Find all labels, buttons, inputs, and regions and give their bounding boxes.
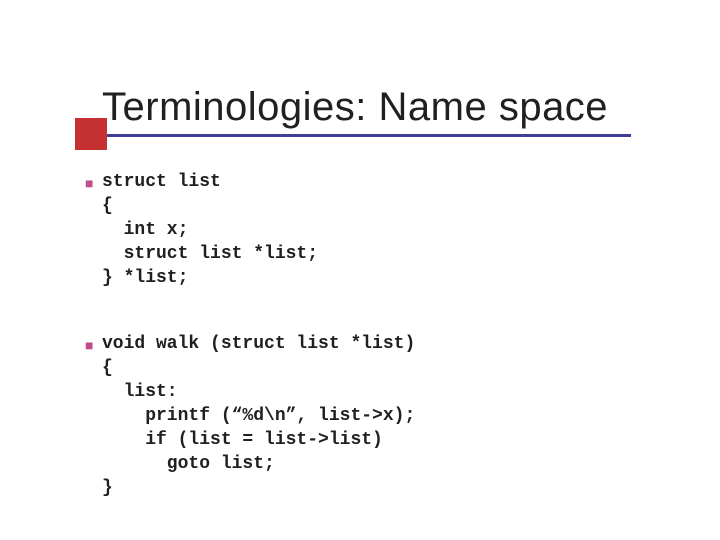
bullet-icon: ■: [85, 338, 93, 352]
bullet-icon: ■: [85, 176, 93, 190]
slide-title: Terminologies: Name space: [102, 85, 608, 130]
code-block-function: void walk (struct list *list) { list: pr…: [102, 332, 415, 500]
title-underline: [91, 134, 631, 137]
slide: Terminologies: Name space ■ struct list …: [0, 0, 720, 540]
code-block-struct: struct list { int x; struct list *list; …: [102, 170, 318, 290]
